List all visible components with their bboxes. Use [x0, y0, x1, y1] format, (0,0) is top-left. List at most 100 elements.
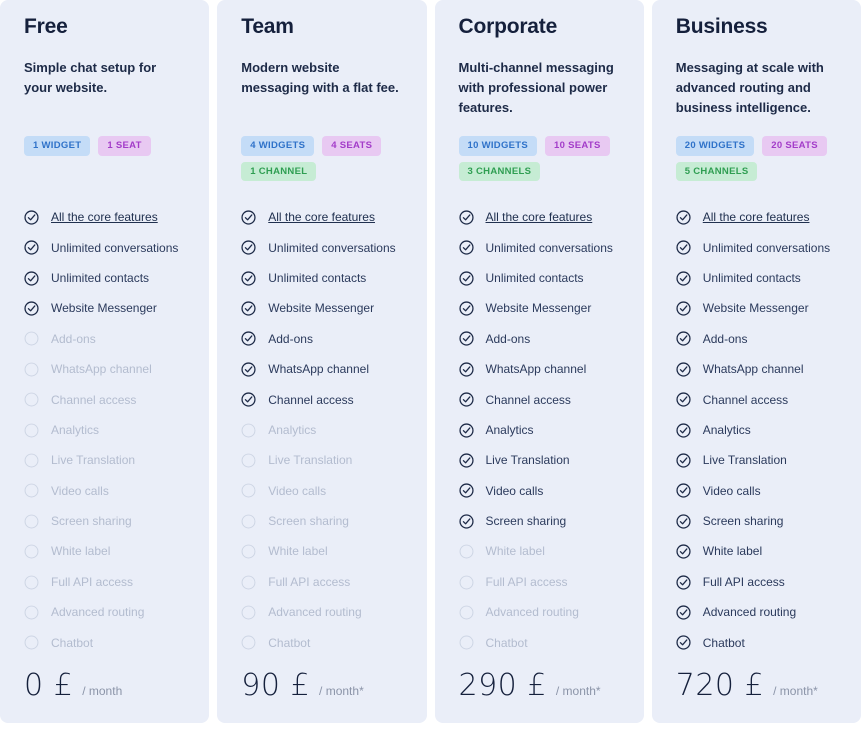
- feature-list: All the core features Unlimited conversat…: [24, 202, 185, 671]
- check-circle-icon: [458, 271, 474, 286]
- feature-row: Screen sharing: [241, 506, 402, 536]
- feature-row: Chatbot: [676, 628, 837, 658]
- feature-label: Full API access: [268, 574, 351, 589]
- feature-label: Screen sharing: [268, 514, 349, 529]
- check-circle-icon: [24, 271, 39, 286]
- feature-row: All the core features: [24, 202, 185, 232]
- feature-label: Chatbot: [702, 635, 745, 650]
- feature-label: Website Messenger: [268, 301, 375, 316]
- feature-row: WhatsApp channel: [458, 354, 620, 384]
- price-amount: 720 £: [675, 668, 765, 703]
- feature-label: Screen sharing: [485, 514, 567, 529]
- price-block: 290 £ / month*: [459, 671, 620, 723]
- check-circle-icon: [241, 240, 256, 255]
- price-amount: 90 £: [241, 668, 311, 703]
- feature-label: Video calls: [485, 483, 544, 498]
- check-circle-icon: [241, 210, 256, 225]
- feature-row: Analytics: [24, 415, 185, 445]
- feature-label: Add-ons: [702, 331, 748, 346]
- price-period: / month: [82, 684, 123, 698]
- badge-channels: 1 CHANNEL: [241, 161, 317, 182]
- badge-seats: 4 SEATS: [322, 136, 382, 156]
- empty-circle-icon: [24, 514, 39, 529]
- feature-label: Channel access: [485, 392, 571, 407]
- feature-label: White label: [51, 544, 111, 559]
- empty-circle-icon: [241, 544, 256, 559]
- badge-seats: 10 SEATS: [545, 136, 610, 156]
- check-circle-icon: [676, 483, 691, 498]
- feature-row: Advanced routing: [24, 597, 185, 627]
- feature-row: All the core features: [458, 202, 620, 232]
- plan-name: Business: [675, 15, 768, 38]
- feature-row: Channel access: [458, 385, 620, 415]
- check-circle-icon: [458, 301, 474, 316]
- core-features-link[interactable]: All the core features: [703, 210, 810, 224]
- empty-circle-icon: [24, 605, 39, 620]
- feature-label: Live Translation: [485, 453, 570, 468]
- core-features-link[interactable]: All the core features: [51, 210, 158, 224]
- empty-circle-icon: [24, 483, 39, 498]
- feature-list: All the core features Unlimited conversat…: [241, 202, 402, 671]
- check-circle-icon: [676, 271, 691, 286]
- feature-label: Chatbot: [485, 635, 528, 650]
- check-circle-icon: [458, 392, 474, 407]
- check-circle-icon: [24, 210, 39, 225]
- feature-row: Channel access: [24, 385, 185, 415]
- badge-widgets: 20 WIDGETS: [675, 136, 755, 156]
- feature-row: Website Messenger: [24, 293, 185, 323]
- feature-label: Unlimited contacts: [485, 270, 584, 285]
- check-circle-icon: [458, 514, 474, 529]
- feature-row: White label: [459, 536, 620, 566]
- feature-row: Full API access: [676, 567, 837, 597]
- price-period: / month*: [319, 684, 364, 698]
- check-circle-icon: [241, 301, 256, 316]
- plan-name: Team: [241, 15, 294, 38]
- feature-label: Video calls: [702, 483, 761, 498]
- badge-seats: 1 SEAT: [98, 136, 151, 156]
- feature-label: Screen sharing: [702, 514, 784, 529]
- feature-row: Advanced routing: [459, 597, 620, 627]
- core-features-link[interactable]: All the core features: [486, 210, 593, 224]
- empty-circle-icon: [459, 605, 473, 620]
- feature-row: Unlimited contacts: [241, 263, 402, 293]
- feature-label: Live Translation: [268, 453, 353, 468]
- feature-label: WhatsApp channel: [51, 362, 152, 377]
- check-circle-icon: [241, 362, 256, 377]
- empty-circle-icon: [24, 362, 39, 377]
- feature-label: Full API access: [702, 574, 785, 589]
- empty-circle-icon: [24, 544, 39, 559]
- feature-label: Analytics: [268, 422, 317, 437]
- price-block: 0 £ / month: [24, 671, 185, 723]
- feature-row: Video calls: [676, 476, 837, 506]
- feature-row: Full API access: [241, 567, 402, 597]
- feature-row: Chatbot: [459, 628, 620, 658]
- feature-row: Video calls: [241, 476, 402, 506]
- plan-badges: 4 WIDGETS 4 SEATS 1 CHANNEL: [241, 136, 402, 184]
- feature-row: Unlimited conversations: [24, 233, 185, 263]
- feature-row: Unlimited contacts: [458, 263, 620, 293]
- feature-label: Chatbot: [268, 635, 311, 650]
- feature-row: Website Messenger: [676, 293, 837, 323]
- feature-label: WhatsApp channel: [702, 362, 804, 377]
- feature-row: WhatsApp channel: [24, 354, 185, 384]
- check-circle-icon: [458, 423, 474, 438]
- feature-label: Analytics: [485, 422, 534, 437]
- feature-label: Unlimited contacts: [268, 270, 367, 285]
- feature-row: Analytics: [676, 415, 837, 445]
- feature-list: All the core features Unlimited conversat…: [676, 202, 837, 671]
- feature-label: Full API access: [485, 574, 568, 589]
- price-block: 720 £ / month*: [676, 671, 837, 723]
- check-circle-icon: [676, 240, 691, 255]
- core-features-link[interactable]: All the core features: [268, 210, 375, 224]
- feature-row: Analytics: [458, 415, 620, 445]
- feature-list: All the core features Unlimited conversat…: [458, 202, 620, 671]
- feature-row: White label: [241, 536, 402, 566]
- feature-row: Unlimited contacts: [24, 263, 185, 293]
- feature-row: Screen sharing: [24, 506, 185, 536]
- feature-row: Full API access: [24, 567, 185, 597]
- plan-badges: 1 WIDGET 1 SEAT: [24, 136, 185, 184]
- feature-label: White label: [485, 544, 545, 559]
- plan-card-team: Team Modern website messaging with a flat…: [217, 0, 427, 723]
- empty-circle-icon: [241, 605, 256, 620]
- feature-row: Unlimited conversations: [241, 233, 402, 263]
